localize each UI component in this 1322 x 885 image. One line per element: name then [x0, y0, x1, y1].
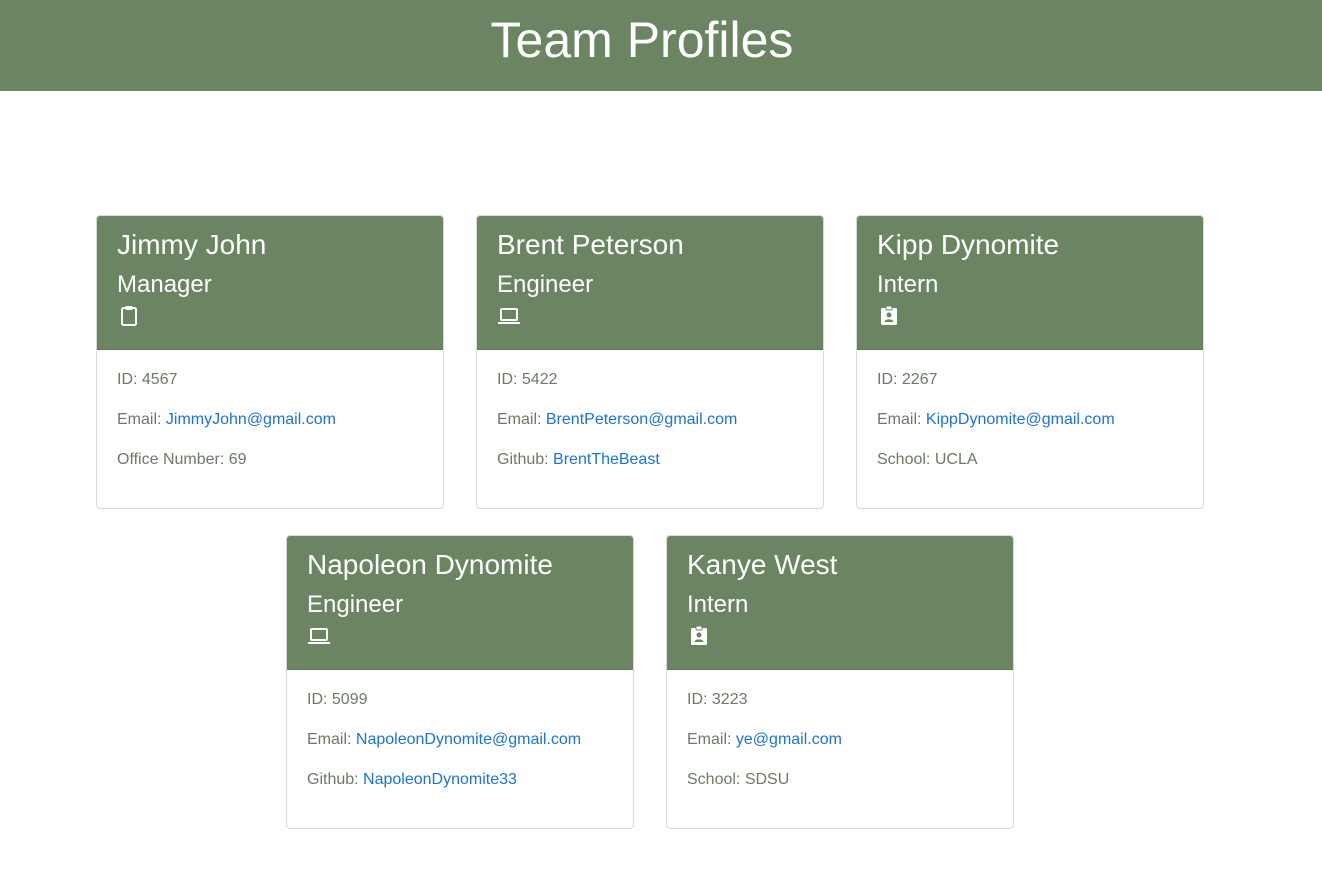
employee-name: Kipp Dynomite — [877, 229, 1060, 260]
github-row: Github: BrentTheBeast — [497, 450, 803, 470]
card-header: Napoleon Dynomite Engineer — [287, 536, 633, 670]
employee-id-row: ID: 5422 — [497, 370, 803, 390]
employee-email-row: Email: JimmyJohn@gmail.com — [117, 410, 423, 430]
clipboard-icon — [117, 304, 141, 328]
employee-card-intern: Kipp Dynomite Intern ID: 2267 Email: Kip… — [856, 215, 1204, 509]
employee-role: Intern — [687, 591, 749, 618]
email-label: Email: — [307, 731, 352, 748]
card-body: ID: 3223 Email: ye@gmail.com School: SDS… — [667, 670, 1013, 790]
card-body: ID: 5099 Email: NapoleonDynomite@gmail.c… — [287, 670, 633, 790]
employee-email-row: Email: BrentPeterson@gmail.com — [497, 410, 803, 430]
office-number-row: Office Number: 69 — [117, 450, 423, 470]
card-header: Brent Peterson Engineer — [477, 216, 823, 350]
github-row: Github: NapoleonDynomite33 — [307, 770, 613, 790]
id-label: ID: — [877, 371, 898, 388]
school-value: UCLA — [934, 451, 978, 468]
page-title: Team Profiles — [490, 12, 794, 68]
employee-card-manager: Jimmy John Manager ID: 4567 Email: Jimmy… — [96, 215, 444, 509]
card-header: Kanye West Intern — [667, 536, 1013, 670]
card-header: Kipp Dynomite Intern — [857, 216, 1203, 350]
id-label: ID: — [497, 371, 518, 388]
employee-name: Napoleon Dynomite — [307, 549, 553, 580]
employee-id-row: ID: 3223 — [687, 690, 993, 710]
email-label: Email: — [497, 411, 542, 428]
employee-role: Intern — [877, 271, 939, 298]
card-header: Jimmy John Manager — [97, 216, 443, 350]
github-link[interactable]: BrentTheBeast — [553, 451, 660, 468]
card-body: ID: 2267 Email: KippDynomite@gmail.com S… — [857, 350, 1203, 470]
email-link[interactable]: JimmyJohn@gmail.com — [166, 411, 336, 428]
employee-card-engineer: Napoleon Dynomite Engineer ID: 5099 Emai… — [286, 535, 634, 829]
email-link[interactable]: ye@gmail.com — [736, 731, 842, 748]
employee-card-intern: Kanye West Intern ID: 3223 Email: ye@gma… — [666, 535, 1014, 829]
id-badge-icon — [687, 624, 711, 648]
employee-id-row: ID: 2267 — [877, 370, 1183, 390]
employee-email-row: Email: KippDynomite@gmail.com — [877, 410, 1183, 430]
email-label: Email: — [117, 411, 162, 428]
laptop-icon — [307, 624, 331, 648]
id-label: ID: — [307, 691, 328, 708]
id-value: 4567 — [141, 371, 178, 388]
employee-name: Jimmy John — [117, 229, 267, 260]
email-link[interactable]: NapoleonDynomite@gmail.com — [356, 731, 581, 748]
email-link[interactable]: KippDynomite@gmail.com — [926, 411, 1115, 428]
employee-card-engineer: Brent Peterson Engineer ID: 5422 Email: … — [476, 215, 824, 509]
id-value: 3223 — [711, 691, 748, 708]
employee-role: Engineer — [307, 591, 404, 618]
office-number-value: 69 — [228, 451, 247, 468]
page-header: Team Profiles — [0, 0, 1322, 91]
employee-role: Manager — [117, 271, 212, 298]
school-label: School: — [687, 771, 741, 788]
office-number-label: Office Number: — [117, 451, 225, 468]
id-label: ID: — [117, 371, 138, 388]
employee-email-row: Email: NapoleonDynomite@gmail.com — [307, 730, 613, 750]
school-value: SDSU — [744, 771, 790, 788]
school-label: School: — [877, 451, 931, 468]
employee-name: Kanye West — [687, 549, 838, 580]
card-body: ID: 5422 Email: BrentPeterson@gmail.com … — [477, 350, 823, 470]
id-label: ID: — [687, 691, 708, 708]
github-label: Github: — [497, 451, 549, 468]
email-label: Email: — [687, 731, 732, 748]
email-label: Email: — [877, 411, 922, 428]
employee-id-row: ID: 5099 — [307, 690, 613, 710]
employee-name: Brent Peterson — [497, 229, 684, 260]
id-value: 2267 — [901, 371, 938, 388]
school-row: School: UCLA — [877, 450, 1183, 470]
email-link[interactable]: BrentPeterson@gmail.com — [546, 411, 737, 428]
employee-email-row: Email: ye@gmail.com — [687, 730, 993, 750]
id-badge-icon — [877, 304, 901, 328]
github-link[interactable]: NapoleonDynomite33 — [363, 771, 517, 788]
school-row: School: SDSU — [687, 770, 993, 790]
id-value: 5422 — [521, 371, 558, 388]
card-body: ID: 4567 Email: JimmyJohn@gmail.com Offi… — [97, 350, 443, 470]
laptop-icon — [497, 304, 521, 328]
id-value: 5099 — [331, 691, 368, 708]
employee-id-row: ID: 4567 — [117, 370, 423, 390]
github-label: Github: — [307, 771, 359, 788]
employee-role: Engineer — [497, 271, 594, 298]
